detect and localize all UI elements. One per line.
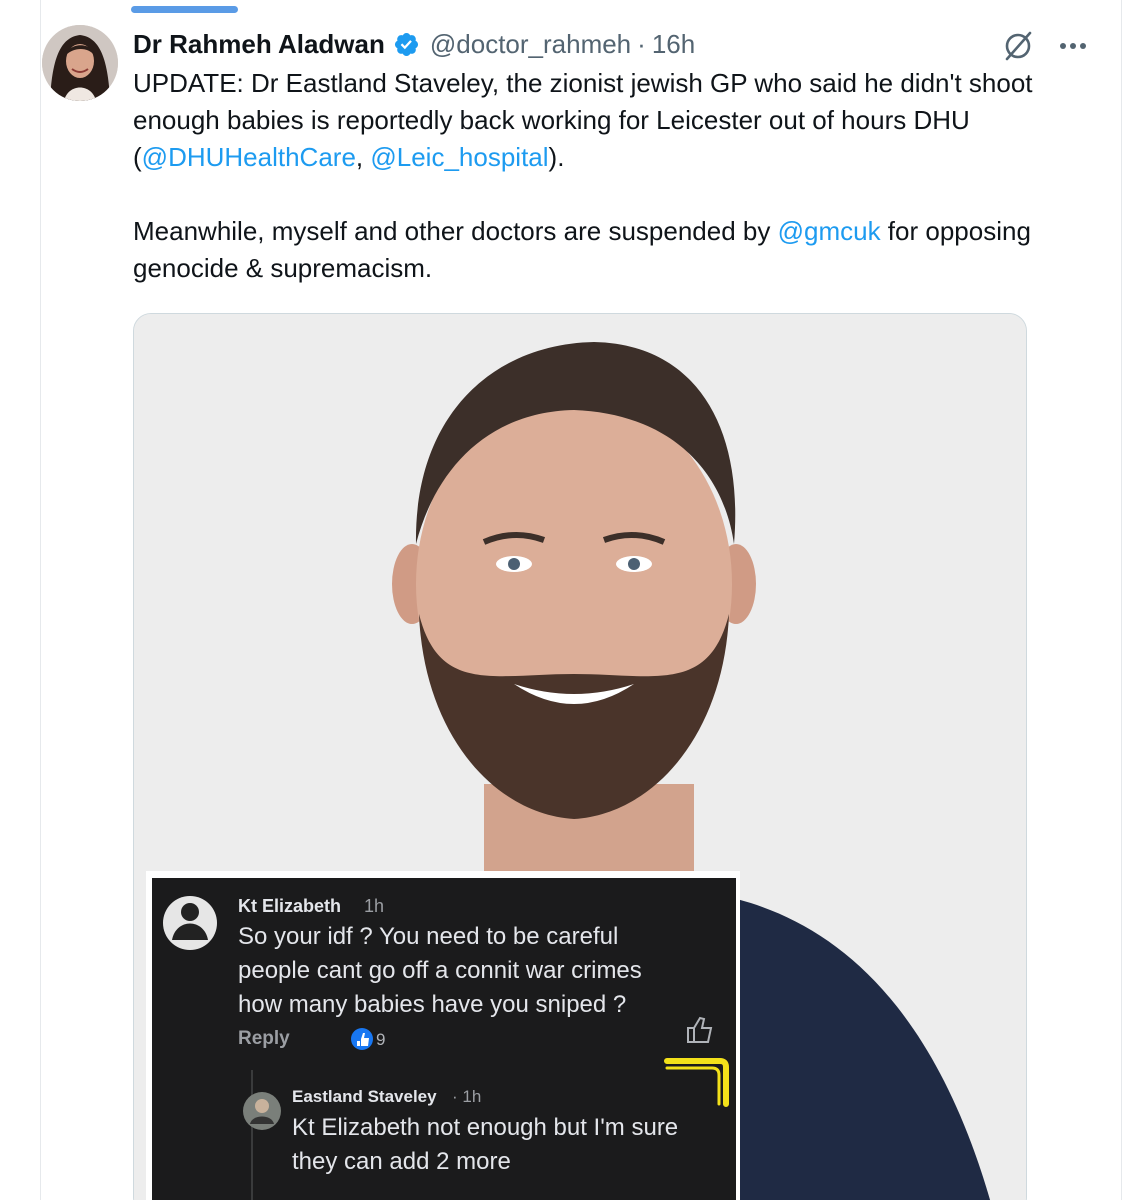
tweet-header: Dr Rahmeh Aladwan @doctor_rahmeh · 16h (133, 26, 1093, 62)
header-actions (1001, 26, 1087, 66)
commenter-name[interactable]: Kt Elizabeth (238, 896, 341, 917)
timeline-border-right (1121, 0, 1122, 1200)
tweet-text-segment: ). (548, 142, 565, 172)
tweet-text-segment: Meanwhile, myself and other doctors are … (133, 216, 778, 246)
display-name[interactable]: Dr Rahmeh Aladwan (133, 29, 385, 60)
like-outline-icon (687, 1016, 713, 1043)
page: Dr Rahmeh Aladwan @doctor_rahmeh · 16h U… (0, 0, 1137, 1200)
tweet-paragraph-1: UPDATE: Dr Eastland Staveley, the zionis… (133, 65, 1093, 176)
timeline-border-left (40, 0, 41, 1200)
grok-icon[interactable] (1001, 29, 1035, 63)
avatar[interactable] (42, 25, 118, 101)
mention-link[interactable]: @DHUHealthCare (142, 142, 356, 172)
tweet-text: UPDATE: Dr Eastland Staveley, the zionis… (133, 65, 1093, 287)
timestamp[interactable]: 16h (652, 29, 695, 60)
tweet: Dr Rahmeh Aladwan @doctor_rahmeh · 16h U… (133, 26, 1093, 287)
reply-link[interactable]: Reply (238, 1028, 290, 1050)
avatar-image (42, 25, 118, 101)
separator-dot: · (637, 28, 646, 59)
verified-badge-icon[interactable] (393, 31, 420, 58)
more-icon[interactable] (1059, 41, 1087, 51)
comment-screenshot: Kt Elizabeth 1h So your idf ? You need t… (146, 871, 740, 1200)
comment-text: So your idf ? You need to be careful peo… (238, 923, 642, 1018)
tweet-media[interactable]: Kt Elizabeth 1h So your idf ? You need t… (133, 313, 1027, 1200)
reply-text: Kt Elizabeth not enough but I'm sure the… (292, 1114, 679, 1175)
like-count: 9 (376, 1030, 386, 1049)
reply-time: · 1h (452, 1087, 482, 1106)
mention-link[interactable]: @gmcuk (778, 216, 881, 246)
comment-screenshot-inner: Kt Elizabeth 1h So your idf ? You need t… (152, 878, 736, 1200)
tweet-paragraph-2: Meanwhile, myself and other doctors are … (133, 213, 1093, 287)
tweet-text-segment: , (355, 142, 371, 172)
comment-time: 1h (364, 896, 385, 916)
replier-name[interactable]: Eastland Staveley (292, 1087, 437, 1107)
mention-link[interactable]: @Leic_hospital (370, 142, 548, 172)
handle[interactable]: @doctor_rahmeh (430, 29, 631, 60)
thread-connector (131, 6, 238, 13)
